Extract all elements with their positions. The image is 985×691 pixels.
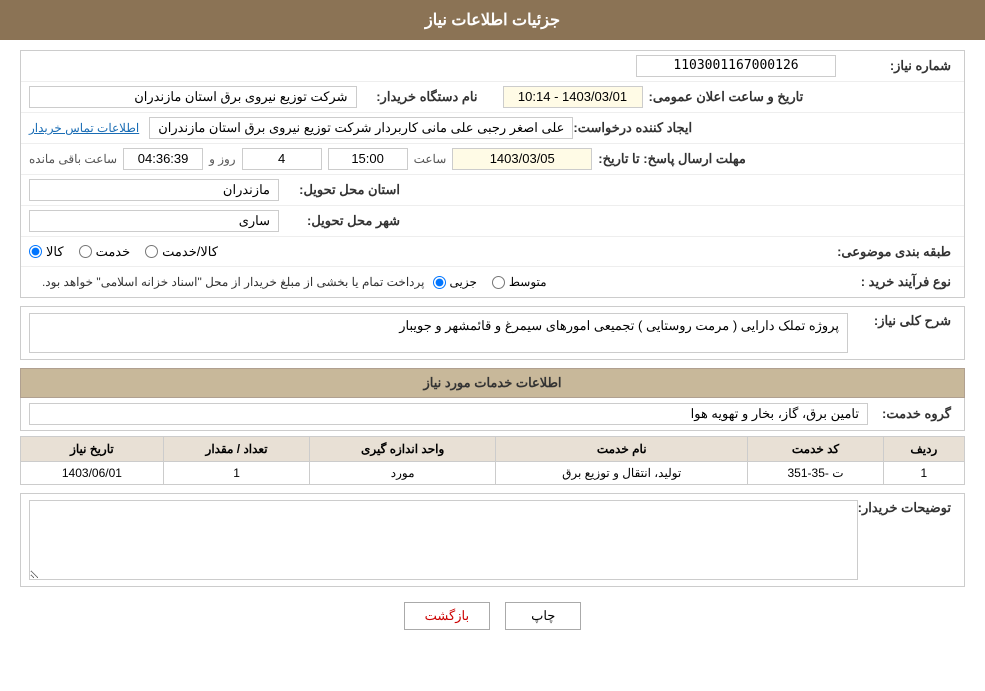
remaining-time: 04:36:39	[123, 148, 203, 170]
purchase-note: پرداخت تمام یا بخشی از مبلغ خریدار از مح…	[29, 275, 425, 289]
category-goods-option[interactable]: کالا	[29, 244, 64, 260]
purchase-medium-label: متوسط	[509, 275, 547, 289]
response-day-label: روز و	[209, 152, 236, 166]
buyer-org-value: شرکت توزیع نیروی برق استان مازندران	[29, 86, 357, 108]
purchase-type-label: نوع فرآیند خرید :	[836, 274, 956, 290]
page-header: جزئیات اطلاعات نیاز	[0, 0, 985, 40]
col-header-code: کد خدمت	[748, 437, 883, 462]
table-row: 1ت -35-351تولید، انتقال و توزیع برقمورد1…	[21, 462, 965, 485]
purchase-partial-option[interactable]: جزیی	[433, 275, 477, 289]
service-group-label: گروه خدمت:	[876, 406, 956, 422]
buyer-org-label: نام دستگاه خریدار:	[363, 89, 483, 105]
city-value: ساری	[29, 210, 279, 232]
purchase-type-group: متوسط جزیی	[433, 275, 829, 289]
col-header-row: ردیف	[883, 437, 964, 462]
category-service-label: خدمت	[96, 244, 131, 260]
purchase-partial-label: جزیی	[450, 275, 477, 289]
response-time-label: ساعت	[414, 152, 447, 166]
category-goods-service-option[interactable]: کالا/خدمت	[145, 244, 218, 260]
buyer-notes-label: توضیحات خریدار:	[866, 500, 956, 516]
table-cell-code: ت -35-351	[748, 462, 883, 485]
purchase-medium-radio[interactable]	[492, 276, 505, 289]
services-table: ردیف کد خدمت نام خدمت واحد اندازه گیری ت…	[20, 436, 965, 485]
table-cell-row: 1	[883, 462, 964, 485]
service-group-value: تامین برق، گاز، بخار و تهویه هوا	[29, 403, 868, 425]
need-number-value: 1103001167000126	[636, 55, 836, 77]
need-number-label: شماره نیاز:	[836, 58, 956, 74]
services-info-title: اطلاعات خدمات مورد نیاز	[20, 368, 965, 398]
creator-label: ایجاد کننده درخواست:	[573, 120, 697, 136]
col-header-date: تاریخ نیاز	[21, 437, 164, 462]
response-time: 15:00	[328, 148, 408, 170]
table-cell-date: 1403/06/01	[21, 462, 164, 485]
table-cell-name: تولید، انتقال و توزیع برق	[496, 462, 748, 485]
buyer-notes-input[interactable]	[29, 500, 858, 580]
page-title: جزئیات اطلاعات نیاز	[425, 12, 560, 29]
response-deadline-label: مهلت ارسال پاسخ: تا تاریخ:	[598, 151, 751, 167]
category-goods-service-label: کالا/خدمت	[162, 244, 218, 260]
table-cell-unit: مورد	[310, 462, 496, 485]
category-goods-label: کالا	[46, 244, 64, 260]
table-cell-quantity: 1	[163, 462, 309, 485]
col-header-qty: تعداد / مقدار	[163, 437, 309, 462]
back-button[interactable]: بازگشت	[404, 602, 490, 630]
response-days: 4	[242, 148, 322, 170]
col-header-unit: واحد اندازه گیری	[310, 437, 496, 462]
creator-value: علی اصغر رجبی علی مانی کاربردار شرکت توز…	[149, 117, 573, 139]
announce-datetime-label: تاریخ و ساعت اعلان عمومی:	[649, 89, 809, 105]
announce-datetime-value: 1403/03/01 - 10:14	[503, 86, 643, 108]
response-date: 1403/03/05	[452, 148, 592, 170]
purchase-medium-option[interactable]: متوسط	[492, 275, 547, 289]
remaining-label: ساعت باقی مانده	[29, 152, 117, 166]
category-service-radio[interactable]	[79, 245, 92, 258]
category-service-option[interactable]: خدمت	[79, 244, 131, 260]
need-description-value: پروژه تملک دارایی ( مرمت روستایی ) تجمیع…	[29, 313, 848, 353]
category-goods-radio[interactable]	[29, 245, 42, 258]
category-label: طبقه بندی موضوعی:	[836, 244, 956, 260]
buttons-row: چاپ بازگشت	[20, 602, 965, 640]
need-description-label: شرح کلی نیاز:	[856, 313, 956, 329]
province-label: استان محل تحویل:	[285, 182, 405, 198]
col-header-name: نام خدمت	[496, 437, 748, 462]
category-goods-service-radio[interactable]	[145, 245, 158, 258]
category-radio-group: کالا/خدمت خدمت کالا	[29, 244, 824, 260]
print-button[interactable]: چاپ	[505, 602, 581, 630]
creator-contact-link[interactable]: اطلاعات تماس خریدار	[29, 121, 139, 135]
province-value: مازندران	[29, 179, 279, 201]
city-label: شهر محل تحویل:	[285, 213, 405, 229]
purchase-partial-radio[interactable]	[433, 276, 446, 289]
